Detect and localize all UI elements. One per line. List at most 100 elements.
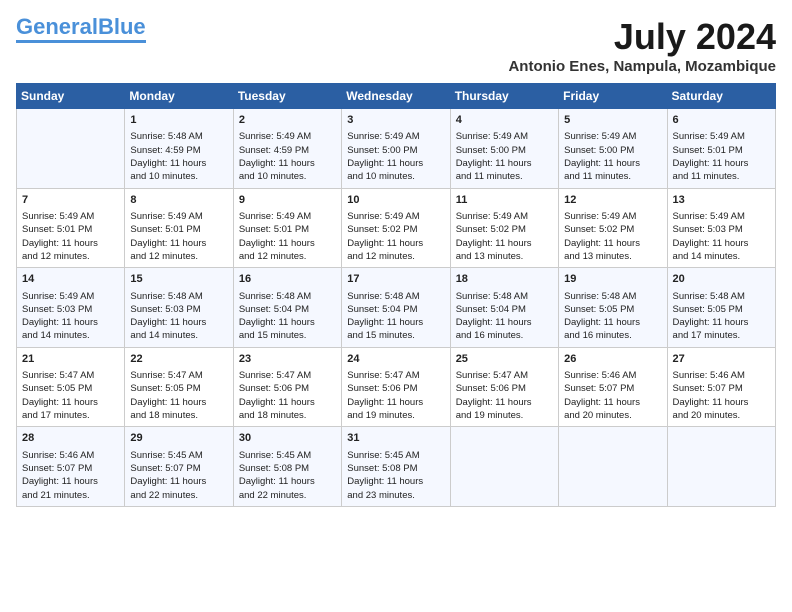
day-info: Sunrise: 5:49 AM Sunset: 5:01 PM Dayligh… — [239, 210, 336, 263]
day-header-friday: Friday — [559, 84, 667, 109]
calendar-body: 1 Sunrise: 5:48 AM Sunset: 4:59 PM Daylig… — [17, 109, 776, 507]
day-info: Sunrise: 5:49 AM Sunset: 5:01 PM Dayligh… — [22, 210, 119, 263]
calendar-cell: 4Sunrise: 5:49 AM Sunset: 5:00 PM Daylig… — [450, 109, 558, 189]
day-number: 22 — [130, 352, 227, 367]
calendar-cell: 19 Sunrise: 5:48 AM Sunset: 5:05 PM Dayli… — [559, 268, 667, 348]
logo-text: GeneralBlue — [16, 16, 146, 38]
day-info: Sunrise: 5:46 AM Sunset: 5:07 PM Dayligh… — [564, 369, 661, 422]
day-info: Sunrise: 5:45 AM Sunset: 5:07 PM Dayligh… — [130, 449, 227, 502]
day-number: 5 — [564, 113, 661, 128]
page-header: GeneralBlue July 2024 Antonio Enes, Namp… — [16, 16, 776, 75]
calendar-cell: 14Sunrise: 5:49 AM Sunset: 5:03 PM Dayli… — [17, 268, 125, 348]
day-number: 18 — [456, 272, 553, 287]
calendar-cell: 23Sunrise: 5:47 AM Sunset: 5:06 PM Dayli… — [233, 347, 341, 427]
day-header-tuesday: Tuesday — [233, 84, 341, 109]
calendar-cell — [450, 427, 558, 507]
day-header-monday: Monday — [125, 84, 233, 109]
calendar-cell: 24Sunrise: 5:47 AM Sunset: 5:06 PM Dayli… — [342, 347, 450, 427]
day-header-thursday: Thursday — [450, 84, 558, 109]
calendar-cell: 2 Sunrise: 5:49 AM Sunset: 4:59 PM Daylig… — [233, 109, 341, 189]
day-info: Sunrise: 5:45 AM Sunset: 5:08 PM Dayligh… — [239, 449, 336, 502]
day-header-wednesday: Wednesday — [342, 84, 450, 109]
day-info: Sunrise: 5:49 AM Sunset: 5:03 PM Dayligh… — [673, 210, 770, 263]
day-info: Sunrise: 5:49 AM Sunset: 5:01 PM Dayligh… — [130, 210, 227, 263]
day-info: Sunrise: 5:47 AM Sunset: 5:06 PM Dayligh… — [239, 369, 336, 422]
day-number: 7 — [22, 193, 119, 208]
calendar-cell: 15 Sunrise: 5:48 AM Sunset: 5:03 PM Dayli… — [125, 268, 233, 348]
day-number: 30 — [239, 431, 336, 446]
day-info: Sunrise: 5:49 AM Sunset: 5:00 PM Dayligh… — [347, 130, 444, 183]
day-info: Sunrise: 5:49 AM Sunset: 5:02 PM Dayligh… — [456, 210, 553, 263]
day-number: 6 — [673, 113, 770, 128]
logo: GeneralBlue — [16, 16, 146, 43]
days-of-week-row: SundayMondayTuesdayWednesdayThursdayFrid… — [17, 84, 776, 109]
calendar-cell — [559, 427, 667, 507]
calendar-cell: 9 Sunrise: 5:49 AM Sunset: 5:01 PM Daylig… — [233, 188, 341, 268]
calendar-cell: 22Sunrise: 5:47 AM Sunset: 5:05 PM Dayli… — [125, 347, 233, 427]
calendar-cell: 13 Sunrise: 5:49 AM Sunset: 5:03 PM Dayli… — [667, 188, 775, 268]
calendar-cell — [17, 109, 125, 189]
calendar-cell — [667, 427, 775, 507]
calendar-cell: 31 Sunrise: 5:45 AM Sunset: 5:08 PM Dayli… — [342, 427, 450, 507]
logo-general: General — [16, 14, 98, 39]
day-number: 19 — [564, 272, 661, 287]
day-number: 17 — [347, 272, 444, 287]
calendar-cell: 6Sunrise: 5:49 AM Sunset: 5:01 PM Daylig… — [667, 109, 775, 189]
calendar-cell: 7 Sunrise: 5:49 AM Sunset: 5:01 PM Daylig… — [17, 188, 125, 268]
calendar-cell: 12Sunrise: 5:49 AM Sunset: 5:02 PM Dayli… — [559, 188, 667, 268]
title-block: July 2024 Antonio Enes, Nampula, Mozambi… — [508, 16, 776, 75]
calendar-cell: 17 Sunrise: 5:48 AM Sunset: 5:04 PM Dayli… — [342, 268, 450, 348]
day-info: Sunrise: 5:49 AM Sunset: 5:03 PM Dayligh… — [22, 290, 119, 343]
calendar-cell: 27Sunrise: 5:46 AM Sunset: 5:07 PM Dayli… — [667, 347, 775, 427]
calendar-cell: 16Sunrise: 5:48 AM Sunset: 5:04 PM Dayli… — [233, 268, 341, 348]
day-info: Sunrise: 5:48 AM Sunset: 5:05 PM Dayligh… — [673, 290, 770, 343]
calendar-cell: 20Sunrise: 5:48 AM Sunset: 5:05 PM Dayli… — [667, 268, 775, 348]
day-info: Sunrise: 5:49 AM Sunset: 5:00 PM Dayligh… — [456, 130, 553, 183]
calendar-cell: 21Sunrise: 5:47 AM Sunset: 5:05 PM Dayli… — [17, 347, 125, 427]
day-number: 10 — [347, 193, 444, 208]
day-number: 25 — [456, 352, 553, 367]
day-info: Sunrise: 5:48 AM Sunset: 5:04 PM Dayligh… — [347, 290, 444, 343]
day-info: Sunrise: 5:48 AM Sunset: 4:59 PM Dayligh… — [130, 130, 227, 183]
calendar-cell: 10 Sunrise: 5:49 AM Sunset: 5:02 PM Dayli… — [342, 188, 450, 268]
calendar-table: SundayMondayTuesdayWednesdayThursdayFrid… — [16, 83, 776, 507]
day-info: Sunrise: 5:45 AM Sunset: 5:08 PM Dayligh… — [347, 449, 444, 502]
day-number: 1 — [130, 113, 227, 128]
day-header-saturday: Saturday — [667, 84, 775, 109]
month-year: July 2024 — [508, 16, 776, 58]
calendar-cell: 8 Sunrise: 5:49 AM Sunset: 5:01 PM Daylig… — [125, 188, 233, 268]
week-row-4: 21Sunrise: 5:47 AM Sunset: 5:05 PM Dayli… — [17, 347, 776, 427]
day-number: 29 — [130, 431, 227, 446]
calendar-cell: 1 Sunrise: 5:48 AM Sunset: 4:59 PM Daylig… — [125, 109, 233, 189]
day-number: 8 — [130, 193, 227, 208]
calendar-cell: 25 Sunrise: 5:47 AM Sunset: 5:06 PM Dayli… — [450, 347, 558, 427]
day-info: Sunrise: 5:46 AM Sunset: 5:07 PM Dayligh… — [22, 449, 119, 502]
calendar-cell: 5 Sunrise: 5:49 AM Sunset: 5:00 PM Daylig… — [559, 109, 667, 189]
day-number: 3 — [347, 113, 444, 128]
day-number: 13 — [673, 193, 770, 208]
day-number: 27 — [673, 352, 770, 367]
day-info: Sunrise: 5:49 AM Sunset: 5:00 PM Dayligh… — [564, 130, 661, 183]
day-number: 11 — [456, 193, 553, 208]
calendar-cell: 28Sunrise: 5:46 AM Sunset: 5:07 PM Dayli… — [17, 427, 125, 507]
day-number: 15 — [130, 272, 227, 287]
week-row-1: 1 Sunrise: 5:48 AM Sunset: 4:59 PM Daylig… — [17, 109, 776, 189]
logo-underline — [16, 40, 146, 43]
day-number: 9 — [239, 193, 336, 208]
calendar-cell: 26Sunrise: 5:46 AM Sunset: 5:07 PM Dayli… — [559, 347, 667, 427]
week-row-3: 14Sunrise: 5:49 AM Sunset: 5:03 PM Dayli… — [17, 268, 776, 348]
logo-blue: Blue — [98, 14, 146, 39]
day-number: 31 — [347, 431, 444, 446]
day-info: Sunrise: 5:47 AM Sunset: 5:06 PM Dayligh… — [456, 369, 553, 422]
calendar-header: SundayMondayTuesdayWednesdayThursdayFrid… — [17, 84, 776, 109]
day-info: Sunrise: 5:49 AM Sunset: 4:59 PM Dayligh… — [239, 130, 336, 183]
day-number: 12 — [564, 193, 661, 208]
day-info: Sunrise: 5:48 AM Sunset: 5:03 PM Dayligh… — [130, 290, 227, 343]
calendar-cell: 11 Sunrise: 5:49 AM Sunset: 5:02 PM Dayli… — [450, 188, 558, 268]
day-number: 16 — [239, 272, 336, 287]
calendar-cell: 29 Sunrise: 5:45 AM Sunset: 5:07 PM Dayli… — [125, 427, 233, 507]
day-info: Sunrise: 5:48 AM Sunset: 5:05 PM Dayligh… — [564, 290, 661, 343]
day-info: Sunrise: 5:49 AM Sunset: 5:02 PM Dayligh… — [347, 210, 444, 263]
week-row-5: 28Sunrise: 5:46 AM Sunset: 5:07 PM Dayli… — [17, 427, 776, 507]
day-number: 2 — [239, 113, 336, 128]
